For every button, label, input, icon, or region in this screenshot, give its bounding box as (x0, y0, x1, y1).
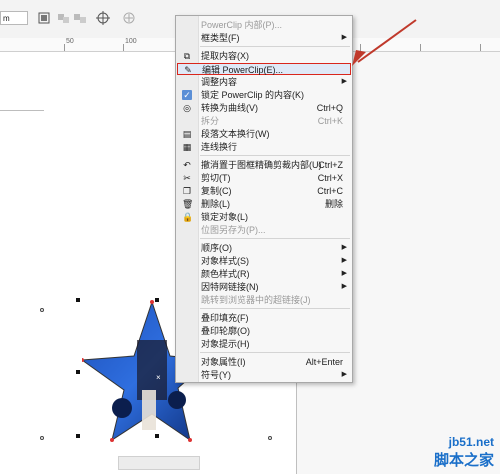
target-icon[interactable] (96, 11, 110, 25)
extract-icon: ⧉ (183, 51, 191, 61)
menu-item-edit-powerclip[interactable]: ✎ 编辑 PowerClip(E)... (177, 63, 351, 75)
menu-item-cut[interactable]: ✂ 剪切(T) Ctrl+X (177, 172, 351, 184)
menu-item-object-properties[interactable]: 对象属性(I) Alt+Enter (177, 356, 351, 368)
selection-handle[interactable] (76, 298, 80, 302)
menu-item-undo[interactable]: ↶ 撤消置于图框精确剪裁内部(U) Ctrl+Z (177, 159, 351, 171)
page-icon[interactable] (37, 11, 51, 25)
menu-separator (200, 352, 350, 353)
rotate-handle[interactable] (40, 308, 44, 312)
menu-separator (200, 308, 350, 309)
menu-item-overprint-fill[interactable]: 叠印填充(F) (177, 312, 351, 324)
menu-item-color-styles[interactable]: 颜色样式(R) ▶ (177, 268, 351, 280)
menu-item-symbol[interactable]: 符号(Y) ▶ (177, 369, 351, 381)
menu-item-adjust-content[interactable]: 调整内容 ▶ (177, 76, 351, 88)
units-dropdown[interactable]: m (0, 11, 28, 25)
lock-icon: 🔒 (182, 212, 194, 222)
menu-item-jump-hyperlink: 跳转到浏览器中的超链接(J) (201, 295, 311, 305)
menu-item-save-bitmap: 位图另存为(P)... (201, 225, 266, 235)
menu-item-link-wrap[interactable]: ▦ 连线换行 (177, 141, 351, 153)
ungroup-icon[interactable] (73, 11, 87, 25)
page-divider (0, 110, 44, 111)
menu-item-frame-type[interactable]: 框类型(F) ▶ (177, 32, 351, 44)
menu-item-object-hints[interactable]: 对象提示(H) (177, 338, 351, 350)
menu-item-internet-link[interactable]: 因特网链接(N) ▶ (177, 281, 351, 293)
watermark-name: 脚本之家 (433, 452, 494, 469)
menu-item-convert-curve[interactable]: ◎ 转换为曲线(V) Ctrl+Q (177, 102, 351, 114)
menu-item-powerclip-inside: PowerClip 内部(P)... (201, 20, 283, 30)
ruler-label: 100 (125, 38, 137, 45)
menu-item-object-styles[interactable]: 对象样式(S) ▶ (177, 255, 351, 267)
group-icon[interactable] (57, 11, 71, 25)
selection-handle[interactable] (76, 370, 80, 374)
edit-powerclip-icon: ✎ (184, 65, 192, 75)
text-wrap-icon: ▤ (182, 129, 192, 139)
floating-toolbar[interactable] (118, 456, 200, 470)
copy-icon: ❐ (182, 186, 192, 196)
menu-item-copy[interactable]: ❐ 复制(C) Ctrl+C (177, 185, 351, 197)
menu-separator (200, 46, 350, 47)
cut-icon: ✂ (183, 173, 191, 183)
add-icon[interactable] (122, 11, 136, 25)
link-wrap-icon: ▦ (182, 142, 192, 152)
menu-item-overprint-outline[interactable]: 叠印轮廓(O) (177, 325, 351, 337)
svg-text:×: × (156, 373, 161, 382)
watermark-domain: jb51.net (448, 435, 494, 449)
menu-item-split: 拆分 Ctrl+K (201, 116, 343, 126)
menu-item-order[interactable]: 顺序(O) ▶ (177, 242, 351, 254)
check-icon: ✓ (182, 90, 192, 100)
watermark: jb51.net 脚本之家 (434, 435, 494, 470)
menu-item-paragraph-wrap[interactable]: ▤ 段落文本换行(W) (177, 128, 351, 140)
menu-item-lock-object[interactable]: 🔒 锁定对象(L) (177, 211, 351, 223)
rotate-handle[interactable] (268, 436, 272, 440)
menu-item-extract-content[interactable]: ⧉ 提取内容(X) (177, 50, 351, 62)
selection-handle[interactable] (76, 434, 80, 438)
delete-icon: 🗑 (182, 199, 194, 209)
menu-separator (200, 238, 350, 239)
ruler-label: 50 (66, 38, 74, 45)
convert-curve-icon: ◎ (183, 103, 191, 113)
context-menu: PowerClip 内部(P)... 框类型(F) ▶ ⧉ 提取内容(X) ✎ 编辑 … (175, 15, 353, 383)
menu-item-lock-powerclip[interactable]: ✓ 锁定 PowerClip 的内容(K) (177, 89, 351, 101)
menu-separator (200, 155, 350, 156)
menu-item-delete[interactable]: 🗑 删除(L) 删除 (177, 198, 351, 210)
undo-icon: ↶ (183, 160, 191, 170)
units-value: m (3, 14, 10, 23)
rotate-handle[interactable] (40, 436, 44, 440)
annotation-arrow-icon (352, 19, 417, 66)
